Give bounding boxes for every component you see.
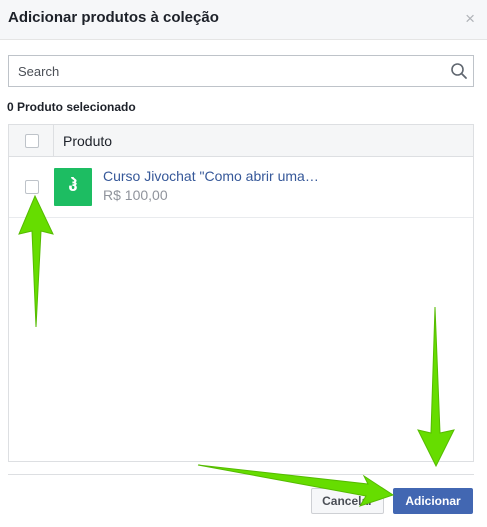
- close-icon[interactable]: ×: [465, 9, 475, 29]
- search-icon[interactable]: [450, 62, 468, 80]
- product-name-link[interactable]: Curso Jivochat "Como abrir uma…: [103, 168, 319, 184]
- product-price: R$ 100,00: [103, 187, 168, 203]
- search-box: [8, 55, 474, 87]
- dialog-header: Adicionar produtos à coleção ×: [0, 0, 487, 40]
- selected-count: 0 Produto selecionado: [7, 100, 136, 114]
- cancel-button[interactable]: Cancelar: [311, 488, 384, 514]
- dialog-title: Adicionar produtos à coleção: [8, 9, 219, 26]
- table-row[interactable]: ჰ Curso Jivochat "Como abrir uma… R$ 100…: [9, 158, 473, 218]
- footer-divider: [8, 474, 474, 475]
- table-header: Produto: [9, 125, 473, 157]
- add-button[interactable]: Adicionar: [393, 488, 473, 514]
- header-divider: [53, 125, 54, 157]
- select-all-checkbox[interactable]: [25, 134, 39, 148]
- product-table: Produto ჰ Curso Jivochat "Como abrir uma…: [8, 124, 474, 462]
- product-thumbnail: ჰ: [54, 168, 92, 206]
- search-input[interactable]: [9, 56, 439, 86]
- column-header-produto: Produto: [63, 133, 113, 149]
- row-checkbox[interactable]: [25, 180, 39, 194]
- jivochat-logo-icon: ჰ: [68, 176, 78, 196]
